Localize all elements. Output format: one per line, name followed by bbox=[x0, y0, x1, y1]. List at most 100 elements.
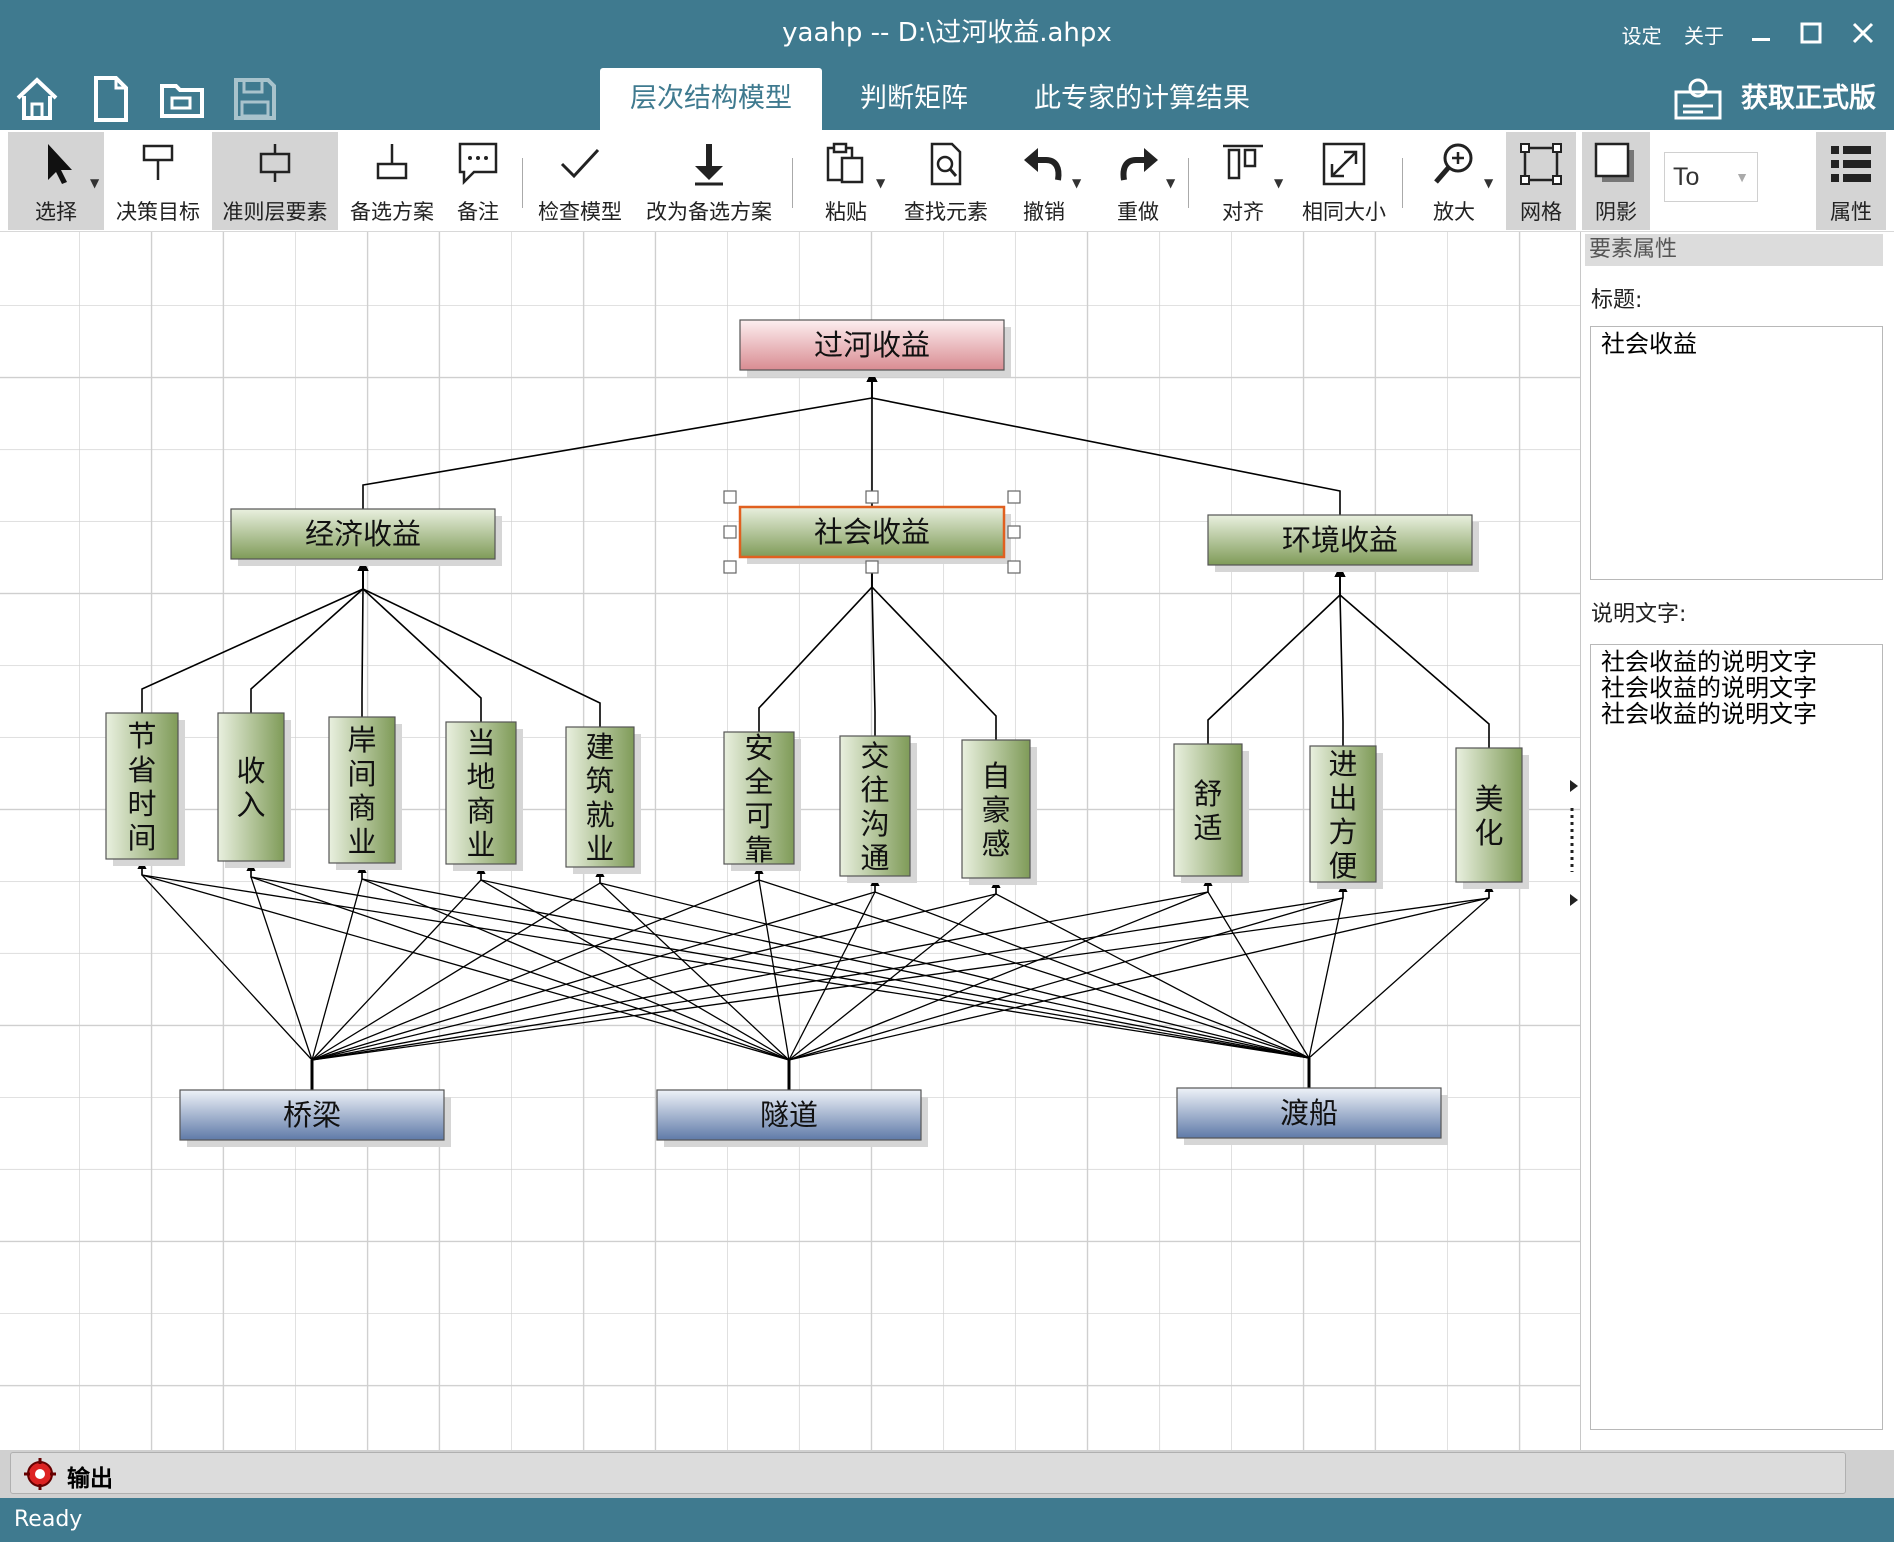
subcriterion-node[interactable]: 自豪感 bbox=[961, 739, 1037, 885]
panel-splitter-handle[interactable] bbox=[1570, 780, 1578, 906]
subcriterion-node-label-char: 当 bbox=[466, 726, 495, 760]
subcriterion-node-label-char: 间 bbox=[347, 757, 376, 791]
properties-toggle-button[interactable]: 属性 bbox=[1816, 132, 1886, 230]
title-field[interactable]: 社会收益 bbox=[1590, 326, 1883, 580]
minimize-icon[interactable] bbox=[1742, 14, 1782, 54]
about-link[interactable]: 关于 bbox=[1684, 24, 1724, 48]
redo-button[interactable]: ▼ 重做 bbox=[1100, 132, 1176, 230]
font-select[interactable]: To ▼ bbox=[1664, 152, 1758, 202]
open-folder-icon[interactable] bbox=[158, 74, 208, 124]
criterion-icon bbox=[259, 144, 291, 182]
subcriterion-node-label-char: 节 bbox=[127, 719, 156, 753]
resize-handle[interactable] bbox=[865, 560, 879, 574]
properties-icon bbox=[1831, 146, 1871, 182]
output-gear-icon bbox=[24, 1458, 56, 1490]
resize-handle[interactable] bbox=[1007, 560, 1021, 574]
criterion-node[interactable]: 环境收益 bbox=[1207, 514, 1479, 572]
note-tool-button[interactable]: 备注 bbox=[446, 132, 510, 230]
criterion-tool-button[interactable]: 准则层要素 bbox=[212, 132, 338, 230]
goal-tool-button[interactable]: 决策目标 bbox=[112, 132, 204, 230]
maximize-icon[interactable] bbox=[1792, 14, 1832, 54]
new-file-icon[interactable] bbox=[86, 74, 136, 124]
subcriterion-node-label-char: 可 bbox=[744, 799, 773, 833]
subcriterion-node[interactable]: 交往沟通 bbox=[839, 735, 917, 883]
subcriterion-node-label-char: 时 bbox=[127, 787, 156, 821]
license-icon bbox=[1674, 78, 1722, 120]
resize-handle[interactable] bbox=[723, 560, 737, 574]
title-label: 标题: bbox=[1591, 288, 1643, 313]
check-model-button[interactable]: 检查模型 bbox=[532, 132, 628, 230]
alternative-node[interactable]: 渡船 bbox=[1176, 1087, 1448, 1145]
output-panel-tab[interactable]: 输出 bbox=[10, 1452, 1846, 1494]
link-subcriterion-to-criterion bbox=[866, 557, 997, 740]
subcriterion-node[interactable]: 舒适 bbox=[1173, 743, 1249, 883]
criterion-node[interactable]: 社会收益 bbox=[723, 490, 1021, 574]
link-subcriterion-to-criterion bbox=[1334, 565, 1490, 748]
settings-link[interactable]: 设定 bbox=[1622, 24, 1662, 48]
convert-icon bbox=[695, 144, 723, 186]
close-icon[interactable] bbox=[1844, 14, 1884, 54]
alternative-node[interactable]: 隧道 bbox=[656, 1089, 928, 1147]
goal-icon bbox=[142, 144, 174, 180]
alternative-tool-button[interactable]: 备选方案 bbox=[346, 132, 438, 230]
ribbon-header: 层次结构模型 判断矩阵 此专家的计算结果 获取正式版 bbox=[0, 66, 1894, 130]
subcriterion-node[interactable]: 岸间商业 bbox=[328, 716, 402, 870]
resize-handle[interactable] bbox=[1007, 490, 1021, 504]
align-icon bbox=[1223, 144, 1263, 180]
subcriterion-node[interactable]: 节省时间 bbox=[105, 712, 185, 866]
find-element-button[interactable]: 查找元素 bbox=[898, 132, 994, 230]
criterion-node[interactable]: 经济收益 bbox=[230, 508, 502, 566]
status-bar: Ready bbox=[0, 1498, 1894, 1542]
paste-button[interactable]: ▼ 粘贴 bbox=[806, 132, 886, 230]
convert-to-alternative-button[interactable]: 改为备选方案 bbox=[636, 132, 782, 230]
link-subcriterion-to-criterion bbox=[758, 557, 878, 732]
subcriterion-node-label-char: 往 bbox=[860, 773, 889, 807]
subcriterion-node[interactable]: 美化 bbox=[1455, 747, 1529, 889]
goal-tool-label: 决策目标 bbox=[116, 200, 200, 224]
get-full-version-label: 获取正式版 bbox=[1741, 83, 1876, 114]
subcriterion-node-label-char: 舒 bbox=[1193, 777, 1222, 811]
hierarchy-diagram[interactable]: 过河收益经济收益 社会收益 环境收益节省时间收入岸间商业当地商业建筑就业安全可靠交往… bbox=[0, 232, 1580, 1450]
resize-handle[interactable] bbox=[723, 525, 737, 539]
subcriterion-node[interactable]: 收入 bbox=[217, 712, 291, 868]
criterion-node-label: 环境收益 bbox=[1282, 523, 1398, 557]
tab-hierarchy-model[interactable]: 层次结构模型 bbox=[600, 68, 822, 130]
description-field[interactable]: 社会收益的说明文字 社会收益的说明文字 社会收益的说明文字 bbox=[1590, 644, 1883, 1430]
same-size-label: 相同大小 bbox=[1302, 200, 1386, 224]
goal-node-label: 过河收益 bbox=[814, 328, 930, 362]
resize-handle[interactable] bbox=[865, 490, 879, 504]
pointer-icon bbox=[48, 144, 72, 184]
model-canvas[interactable]: 过河收益 经济收益 社会收益 环境收益节省时间收入岸间商业当地商业建筑就业安全可靠交往… bbox=[0, 232, 1580, 1450]
shadow-icon bbox=[1594, 142, 1634, 182]
align-button[interactable]: ▼ 对齐 bbox=[1200, 132, 1286, 230]
paste-icon bbox=[826, 142, 864, 184]
home-icon[interactable] bbox=[12, 74, 62, 124]
subcriterion-node[interactable]: 建筑就业 bbox=[565, 726, 641, 874]
subcriterion-node[interactable]: 当地商业 bbox=[445, 721, 523, 871]
grid-toggle-button[interactable]: 网格 bbox=[1506, 132, 1576, 230]
subcriterion-node-label-char: 入 bbox=[236, 788, 265, 822]
subcriterion-node-label-char: 安 bbox=[744, 731, 773, 765]
tab-judgment-matrix[interactable]: 判断矩阵 bbox=[830, 68, 998, 130]
link-subcriterion-to-criterion bbox=[1207, 565, 1346, 744]
title-bar: yaahp -- D:\过河收益.ahpx 设定 关于 bbox=[0, 0, 1894, 66]
subcriterion-node[interactable]: 进出方便 bbox=[1309, 745, 1383, 889]
subcriterion-node-label-char: 美 bbox=[1474, 782, 1503, 816]
subcriterion-node-label-char: 交 bbox=[860, 739, 889, 773]
shadow-toggle-button[interactable]: 阴影 bbox=[1582, 132, 1650, 230]
subcriterion-node-label-char: 商 bbox=[347, 791, 376, 825]
resize-handle[interactable] bbox=[1007, 525, 1021, 539]
same-size-button[interactable]: 相同大小 bbox=[1296, 132, 1392, 230]
undo-button[interactable]: ▼ 撤销 bbox=[1006, 132, 1082, 230]
get-full-version-button[interactable]: 获取正式版 bbox=[1673, 74, 1876, 124]
link-alternative-to-subcriterion bbox=[754, 865, 790, 1061]
select-tool-button[interactable]: ▼ 选择 bbox=[8, 132, 104, 230]
goal-node[interactable]: 过河收益 bbox=[739, 319, 1011, 377]
resize-handle[interactable] bbox=[723, 490, 737, 504]
zoom-button[interactable]: ▼ 放大 bbox=[1414, 132, 1494, 230]
find-icon bbox=[930, 142, 962, 186]
tab-expert-results[interactable]: 此专家的计算结果 bbox=[1004, 68, 1280, 130]
subcriterion-node[interactable]: 安全可靠 bbox=[723, 731, 801, 871]
save-icon[interactable] bbox=[230, 74, 280, 124]
alternative-node[interactable]: 桥梁 bbox=[179, 1089, 451, 1147]
